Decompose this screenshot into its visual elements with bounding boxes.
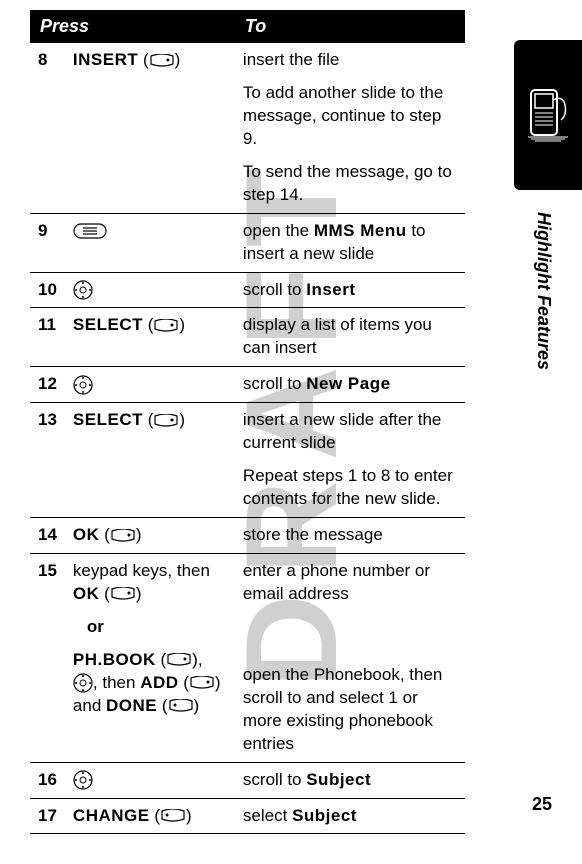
right-soft-key-icon [189,676,215,690]
press-cell [65,367,235,403]
press-text: and [73,696,106,715]
add-label: ADD [140,673,178,692]
to-cell: insert the file To add another slide to … [235,43,465,213]
subject-label: Subject [292,806,357,825]
to-cell: scroll to Insert [235,272,465,308]
to-text: insert the file [243,49,457,72]
to-text: To add another slide to the message, con… [243,82,457,151]
nav-key-icon [73,673,93,693]
table-row: 14 OK () store the message [30,518,465,554]
left-soft-key-icon [168,699,194,713]
table-row: 8 INSERT () insert the file To add anoth… [30,43,465,213]
table-header-row: Press To [30,10,465,43]
table-row: 15 keypad keys, then OK () or PH.BOOK ()… [30,553,465,762]
page-number: 25 [532,794,552,815]
step-number: 15 [30,553,65,762]
new-page-label: New Page [306,374,390,393]
to-text: Repeat steps 1 to 8 to enter contents fo… [243,465,457,511]
nav-key-icon [73,375,93,395]
right-soft-key-icon [166,653,192,667]
right-soft-key-icon [153,319,179,333]
header-press: Press [30,10,235,43]
table-row: 17 CHANGE () select Subject [30,798,465,834]
insert-label: INSERT [73,50,138,69]
press-cell: CHANGE () [65,798,235,834]
instructions-table: Press To 8 INSERT () insert the file To … [30,10,465,834]
to-text: open the Phonebook, then scroll to and s… [243,664,457,756]
step-number: 8 [30,43,65,213]
press-cell: SELECT () [65,308,235,367]
section-label: Highlight Features [533,212,554,370]
press-text: , then [93,673,140,692]
press-cell [65,213,235,272]
main-content: Press To 8 INSERT () insert the file To … [0,0,495,864]
to-cell: insert a new slide after the current sli… [235,403,465,518]
nav-key-icon [73,770,93,790]
to-cell: scroll to Subject [235,762,465,798]
step-number: 17 [30,798,65,834]
right-soft-key-icon [110,529,136,543]
table-row: 9 open the MMS Menu to insert a new slid… [30,213,465,272]
to-cell: enter a phone number or email address op… [235,553,465,762]
table-row: 11 SELECT () display a list of items you… [30,308,465,367]
table-row: 13 SELECT () insert a new slide after th… [30,403,465,518]
to-cell: display a list of items you can insert [235,308,465,367]
to-text: insert a new slide after the current sli… [243,409,457,455]
ok-label: OK [73,525,100,544]
to-cell: select Subject [235,798,465,834]
sidebar-black-box [514,40,582,190]
right-soft-key-icon [110,587,136,601]
step-number: 11 [30,308,65,367]
left-soft-key-icon [160,809,186,823]
to-text: scroll to [243,770,306,789]
press-cell [65,762,235,798]
press-cell [65,272,235,308]
right-soft-key-icon [149,54,175,68]
press-cell: SELECT () [65,403,235,518]
subject-label: Subject [306,770,371,789]
mms-menu-label: MMS Menu [314,221,407,240]
table-row: 12 scroll to New Page [30,367,465,403]
insert-option-label: Insert [306,280,355,299]
table-row: 16 scroll to Subject [30,762,465,798]
to-text: enter a phone number or email address [243,560,457,606]
press-cell: keypad keys, then OK () or PH.BOOK (), ,… [65,553,235,762]
change-label: CHANGE [73,806,150,825]
menu-key-icon [73,223,107,239]
step-number: 16 [30,762,65,798]
to-cell: store the message [235,518,465,554]
right-soft-key-icon [153,414,179,428]
header-to: To [235,10,465,43]
press-cell: INSERT () [65,43,235,213]
table-row: 10 scroll to Insert [30,272,465,308]
to-text: scroll to [243,374,306,393]
phbook-label: PH.BOOK [73,650,156,669]
done-label: DONE [106,696,157,715]
nav-key-icon [73,280,93,300]
step-number: 13 [30,403,65,518]
press-text: keypad keys, then [73,561,210,580]
or-separator: or [87,616,227,639]
step-number: 10 [30,272,65,308]
to-cell: open the MMS Menu to insert a new slide [235,213,465,272]
to-text: select [243,806,292,825]
step-number: 14 [30,518,65,554]
to-cell: scroll to New Page [235,367,465,403]
step-number: 12 [30,367,65,403]
ok-label: OK [73,584,100,603]
phone-device-icon [523,85,573,145]
to-text: To send the message, go to step 14. [243,161,457,207]
select-label: SELECT [73,410,143,429]
to-text: open the [243,221,314,240]
to-text: scroll to [243,280,306,299]
step-number: 9 [30,213,65,272]
select-label: SELECT [73,315,143,334]
press-cell: OK () [65,518,235,554]
table-end-rule [30,834,465,835]
